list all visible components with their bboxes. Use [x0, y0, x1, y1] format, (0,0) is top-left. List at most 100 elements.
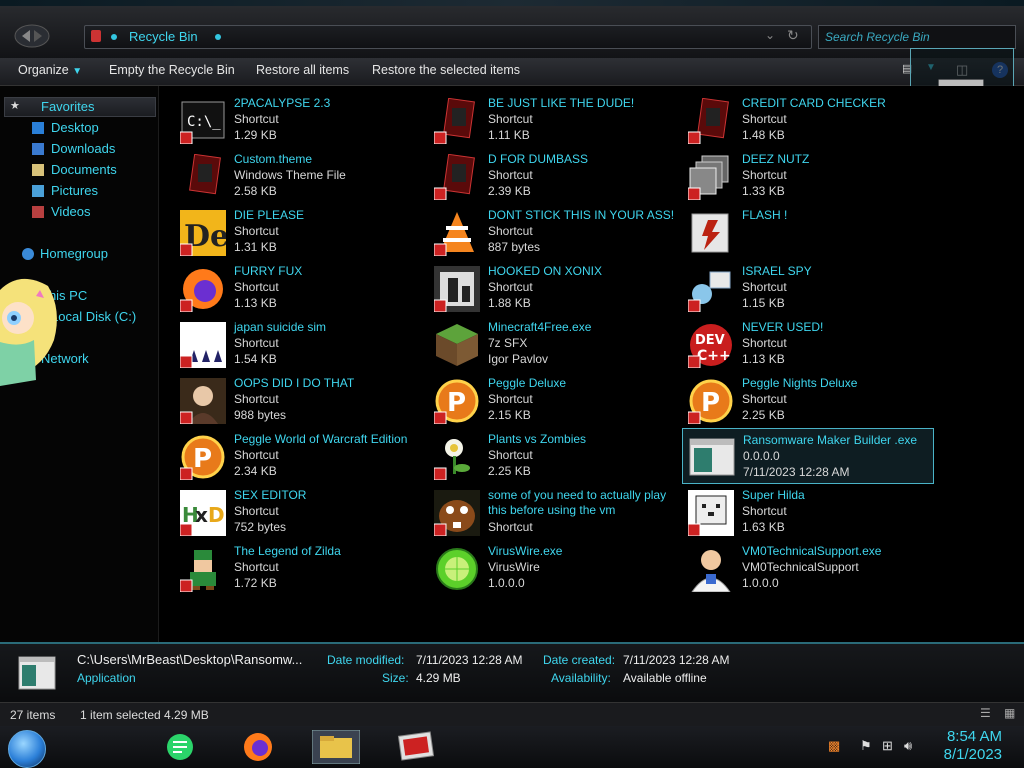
back-forward-icon[interactable] [14, 22, 50, 50]
file-name: ISRAEL SPY [742, 264, 812, 278]
file-name: DIE PLEASE [234, 208, 305, 222]
file-item[interactable]: DONT STICK THIS IN YOUR ASS! Shortcut 887 … [428, 204, 678, 258]
details-view-icon[interactable]: ☰ [980, 706, 991, 720]
sidebar-item-documents[interactable]: Documents [51, 162, 117, 177]
system-clock[interactable]: 8:54 AM 8/1/2023 [944, 728, 1002, 764]
file-type: Shortcut [234, 560, 279, 574]
videos-icon [32, 206, 44, 218]
search-input[interactable] [819, 26, 1017, 48]
file-name: Peggle Nights Deluxe [742, 376, 858, 390]
file-item[interactable]: P Peggle Nights Deluxe Shortcut 2.25 KB [682, 372, 932, 426]
sidebar-item-local-disk[interactable]: Local Disk (C:) [51, 309, 136, 324]
file-item[interactable]: Plants vs Zombies Shortcut 2.25 KB [428, 428, 678, 482]
file-name: SEX EDITOR [234, 488, 307, 502]
file-item[interactable]: ISRAEL SPY Shortcut 1.15 KB [682, 260, 932, 314]
chevron-down-icon[interactable]: ⌄ [765, 28, 775, 42]
file-item[interactable]: FLASH ! [682, 204, 932, 258]
title-glow [0, 0, 1024, 6]
selection-info: 1 item selected 4.29 MB [80, 708, 209, 722]
file-item[interactable]: P Peggle Deluxe Shortcut 2.15 KB [428, 372, 678, 426]
start-button[interactable] [8, 730, 46, 768]
file-info: 1.88 KB [488, 296, 531, 310]
file-item[interactable]: Custom.theme Windows Theme File 2.58 KB [174, 148, 424, 202]
file-item[interactable]: P Peggle World of Warcraft Edition Shortcu… [174, 428, 424, 482]
date-created-value: 7/11/2023 12:28 AM [623, 653, 730, 667]
cartoon-mascot-icon[interactable] [0, 270, 62, 394]
file-item[interactable]: D FOR DUMBASS Shortcut 2.39 KB [428, 148, 678, 202]
file-item[interactable]: HOOKED ON XONIX Shortcut 1.88 KB [428, 260, 678, 314]
file-info: 887 bytes [488, 240, 541, 254]
file-item[interactable]: VirusWire.exe VirusWire 1.0.0.0 [428, 540, 678, 594]
file-item[interactable]: BE JUST LIKE THE DUDE! Shortcut 1.11 KB [428, 92, 678, 146]
file-type: Windows Theme File [234, 168, 346, 182]
app-window-icon [18, 656, 56, 690]
file-info: 1.29 KB [234, 128, 277, 142]
file-item[interactable]: Minecraft4Free.exe 7z SFX Igor Pavlov [428, 316, 678, 370]
file-name: Custom.theme [234, 152, 313, 166]
firefox-icon [180, 269, 223, 312]
file-info: 1.0.0.0 [742, 576, 779, 590]
sidebar-item-desktop[interactable]: Desktop [51, 120, 99, 135]
peggle-icon: P [434, 379, 479, 424]
file-item[interactable]: CREDIT CARD CHECKER Shortcut 1.48 KB [682, 92, 932, 146]
sidebar-item-videos[interactable]: Videos [51, 204, 91, 219]
file-item[interactable]: japan suicide sim Shortcut 1.54 KB [174, 316, 424, 370]
file-type: Shortcut [742, 112, 787, 126]
notes-app-icon[interactable] [162, 730, 204, 764]
restore-selected-button[interactable]: Restore the selected items [372, 63, 520, 77]
network-icon[interactable]: ⊞ [882, 738, 893, 754]
clock-time: 8:54 AM [946, 728, 1002, 745]
file-name: japan suicide sim [234, 320, 327, 334]
cmd-icon: C:\_ [180, 101, 225, 144]
file-info: 1.0.0.0 [488, 576, 525, 590]
file-type: Shortcut [234, 280, 279, 294]
address-bar[interactable]: Recycle Bin ⌄ ↻ [84, 25, 812, 49]
file-item[interactable]: The Legend of Zilda Shortcut 1.72 KB [174, 540, 424, 594]
file-info: 1.11 KB [488, 128, 530, 142]
file-name: OOPS DID I DO THAT [234, 376, 355, 390]
file-item[interactable]: some of you need to actually play this b… [428, 484, 678, 538]
display-settings-icon[interactable] [392, 730, 440, 764]
file-type: Shortcut [488, 280, 533, 294]
sidebar-item-downloads[interactable]: Downloads [51, 141, 115, 156]
file-explorer-icon[interactable] [312, 730, 360, 764]
sidebar-item-pictures[interactable]: Pictures [51, 183, 98, 198]
file-item[interactable]: Hx D SEX EDITOR Shortcut 752 bytes [174, 484, 424, 538]
file-name: VirusWire.exe [488, 544, 563, 558]
file-type: Shortcut [488, 392, 533, 406]
file-type: Shortcut [488, 112, 533, 126]
file-info: 2.34 KB [234, 464, 277, 478]
file-item[interactable]: Super Hilda Shortcut 1.63 KB [682, 484, 932, 538]
file-type: Shortcut [234, 448, 279, 462]
flag-icon[interactable]: ⚑ [860, 738, 872, 754]
japan-sim-icon [180, 322, 226, 368]
search-box[interactable] [818, 25, 1017, 49]
file-item[interactable]: FURRY FUX Shortcut 1.13 KB [174, 260, 424, 314]
taskbar: ▩ ⚑ ⊞ 🔊︎ 8:54 AM 8/1/2023 [0, 726, 1024, 768]
tray-app-icon[interactable]: ▩ [828, 738, 840, 754]
sidebar-item-favorites[interactable]: Favorites [41, 99, 94, 114]
svg-text:P: P [193, 444, 212, 474]
tiles-view-icon[interactable]: ▦ [1004, 706, 1015, 720]
file-item[interactable]: De DIE PLEASE Shortcut 1.31 KB [174, 204, 424, 258]
organize-button[interactable]: Organize ▼ [18, 63, 82, 77]
file-item[interactable]: Ransomware Maker Builder .exe 0.0.0.0 7/11… [682, 428, 934, 484]
dog-icon [688, 490, 734, 536]
file-item[interactable]: DEV C++ NEVER USED! Shortcut 1.13 KB [682, 316, 932, 370]
downloads-icon [32, 143, 44, 155]
file-info: 1.48 KB [742, 128, 785, 142]
file-name: Plants vs Zombies [488, 432, 587, 446]
file-item[interactable]: C:\_ 2PACALYPSE 2.3 Shortcut 1.29 KB [174, 92, 424, 146]
breadcrumb-recycle-bin[interactable]: Recycle Bin [129, 29, 198, 44]
status-bar: 27 items 1 item selected 4.29 MB ☰ ▦ [0, 702, 1024, 727]
file-item[interactable]: DEEZ NUTZ Shortcut 1.33 KB [682, 148, 932, 202]
firefox-icon[interactable] [238, 730, 280, 764]
file-item[interactable]: VM0TechnicalSupport.exe VM0TechnicalSuppo… [682, 540, 932, 594]
file-info: Igor Pavlov [488, 352, 549, 366]
sidebar-item-homegroup[interactable]: Homegroup [40, 246, 108, 261]
empty-recycle-bin-button[interactable]: Empty the Recycle Bin [109, 63, 235, 77]
volume-icon[interactable]: 🔊︎ [904, 738, 912, 754]
restore-all-button[interactable]: Restore all items [256, 63, 349, 77]
refresh-icon[interactable]: ↻ [787, 27, 799, 44]
file-item[interactable]: OOPS DID I DO THAT Shortcut 988 bytes [174, 372, 424, 426]
